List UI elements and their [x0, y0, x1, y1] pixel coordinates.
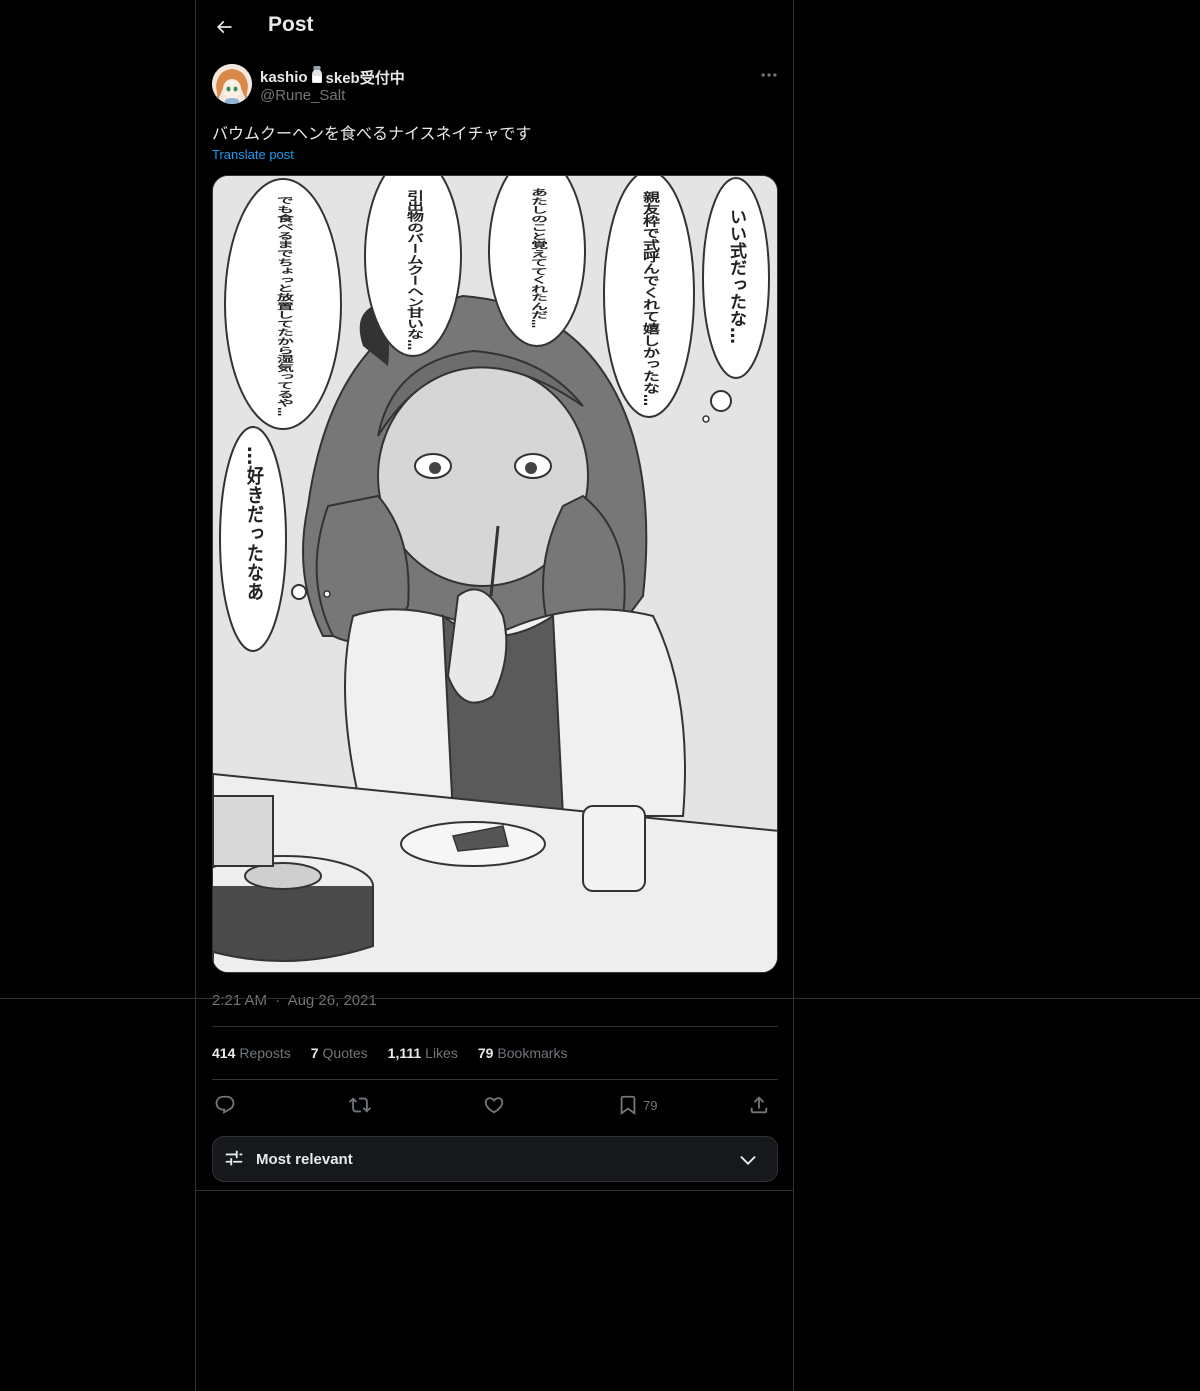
reposts-stat[interactable]: 414 Reposts — [212, 1045, 291, 1061]
speech-bubble-4: 引出物のバームクーヘン甘いな… — [403, 190, 424, 350]
back-button[interactable] — [206, 9, 242, 45]
bookmark-button[interactable]: 79 — [617, 1090, 657, 1120]
divider — [212, 1026, 778, 1027]
reply-icon — [215, 1095, 235, 1114]
author-name-part2: skeb受付中 — [325, 69, 405, 87]
bookmarks-stat[interactable]: 79 Bookmarks — [478, 1045, 568, 1061]
more-options-button[interactable] — [756, 62, 782, 88]
author-name-part1: kashio — [260, 68, 308, 86]
like-button[interactable] — [483, 1090, 505, 1120]
speech-bubble-6: …好きだったなあ — [243, 446, 265, 601]
speech-bubble-2: 親友枠で式呼んでくれて嬉しかったな… — [639, 190, 661, 406]
main-column: Post kashio skeb受付中 @Rune_Salt バウムクーヘンを食… — [195, 0, 794, 1391]
sliders-icon — [225, 1150, 243, 1166]
post-time: 2:21 AM — [212, 992, 268, 1009]
heart-icon — [484, 1097, 504, 1114]
bookmark-icon — [620, 1095, 636, 1116]
post-actions: 79 — [212, 1090, 778, 1120]
post-image[interactable]: いい式だったな… 親友枠で式呼んでくれて嬉しかったな… あたしのこと覚えててくれ… — [212, 175, 778, 973]
reply-button[interactable] — [214, 1090, 236, 1120]
arrow-left-icon — [216, 20, 232, 34]
quotes-stat[interactable]: 7 Quotes — [311, 1045, 368, 1061]
likes-stat[interactable]: 1,111 Likes — [388, 1045, 458, 1061]
more-horizontal-icon — [761, 73, 777, 77]
avatar-image — [212, 64, 252, 104]
post-stats: 414 Reposts 7 Quotes 1,111 Likes 79 Bookmark… — [212, 1045, 567, 1061]
post-text: バウムクーヘンを食べるナイスネイチャです — [212, 126, 532, 143]
bookmark-count: 79 — [643, 1097, 658, 1113]
speech-bubble-1: いい式だったな… — [726, 208, 747, 344]
post-date: Aug 26, 2021 — [287, 992, 377, 1009]
repost-icon — [349, 1097, 371, 1113]
author-name[interactable]: kashio skeb受付中 — [260, 66, 405, 88]
avatar[interactable] — [212, 64, 252, 104]
section-divider — [196, 1190, 794, 1191]
manga-illustration: いい式だったな… 親友枠で式呼んでくれて嬉しかったな… あたしのこと覚えててくれ… — [213, 176, 777, 972]
repost-button[interactable] — [349, 1090, 371, 1120]
divider — [212, 1079, 778, 1080]
chevron-down-icon — [740, 1155, 756, 1165]
post-timestamp[interactable]: 2:21 AM · Aug 26, 2021 — [212, 992, 377, 1009]
page-title: Post — [268, 13, 314, 36]
share-icon — [750, 1096, 768, 1114]
page-header: Post — [196, 0, 794, 54]
speech-bubble-3: あたしのこと覚えててくれたんだ… — [527, 188, 548, 328]
salt-shaker-emoji — [310, 66, 324, 88]
speech-bubble-5: でも食べるまでちょっと放置してたから湿気ってるや… — [273, 196, 295, 416]
sort-label: Most relevant — [256, 1151, 353, 1168]
horizontal-rule — [0, 998, 1200, 999]
timestamp-separator: · — [275, 992, 281, 1009]
author-handle[interactable]: @Rune_Salt — [260, 87, 345, 104]
sort-replies-dropdown[interactable]: Most relevant — [212, 1136, 778, 1182]
share-button[interactable] — [748, 1090, 770, 1120]
translate-post-link[interactable]: Translate post — [212, 147, 294, 162]
